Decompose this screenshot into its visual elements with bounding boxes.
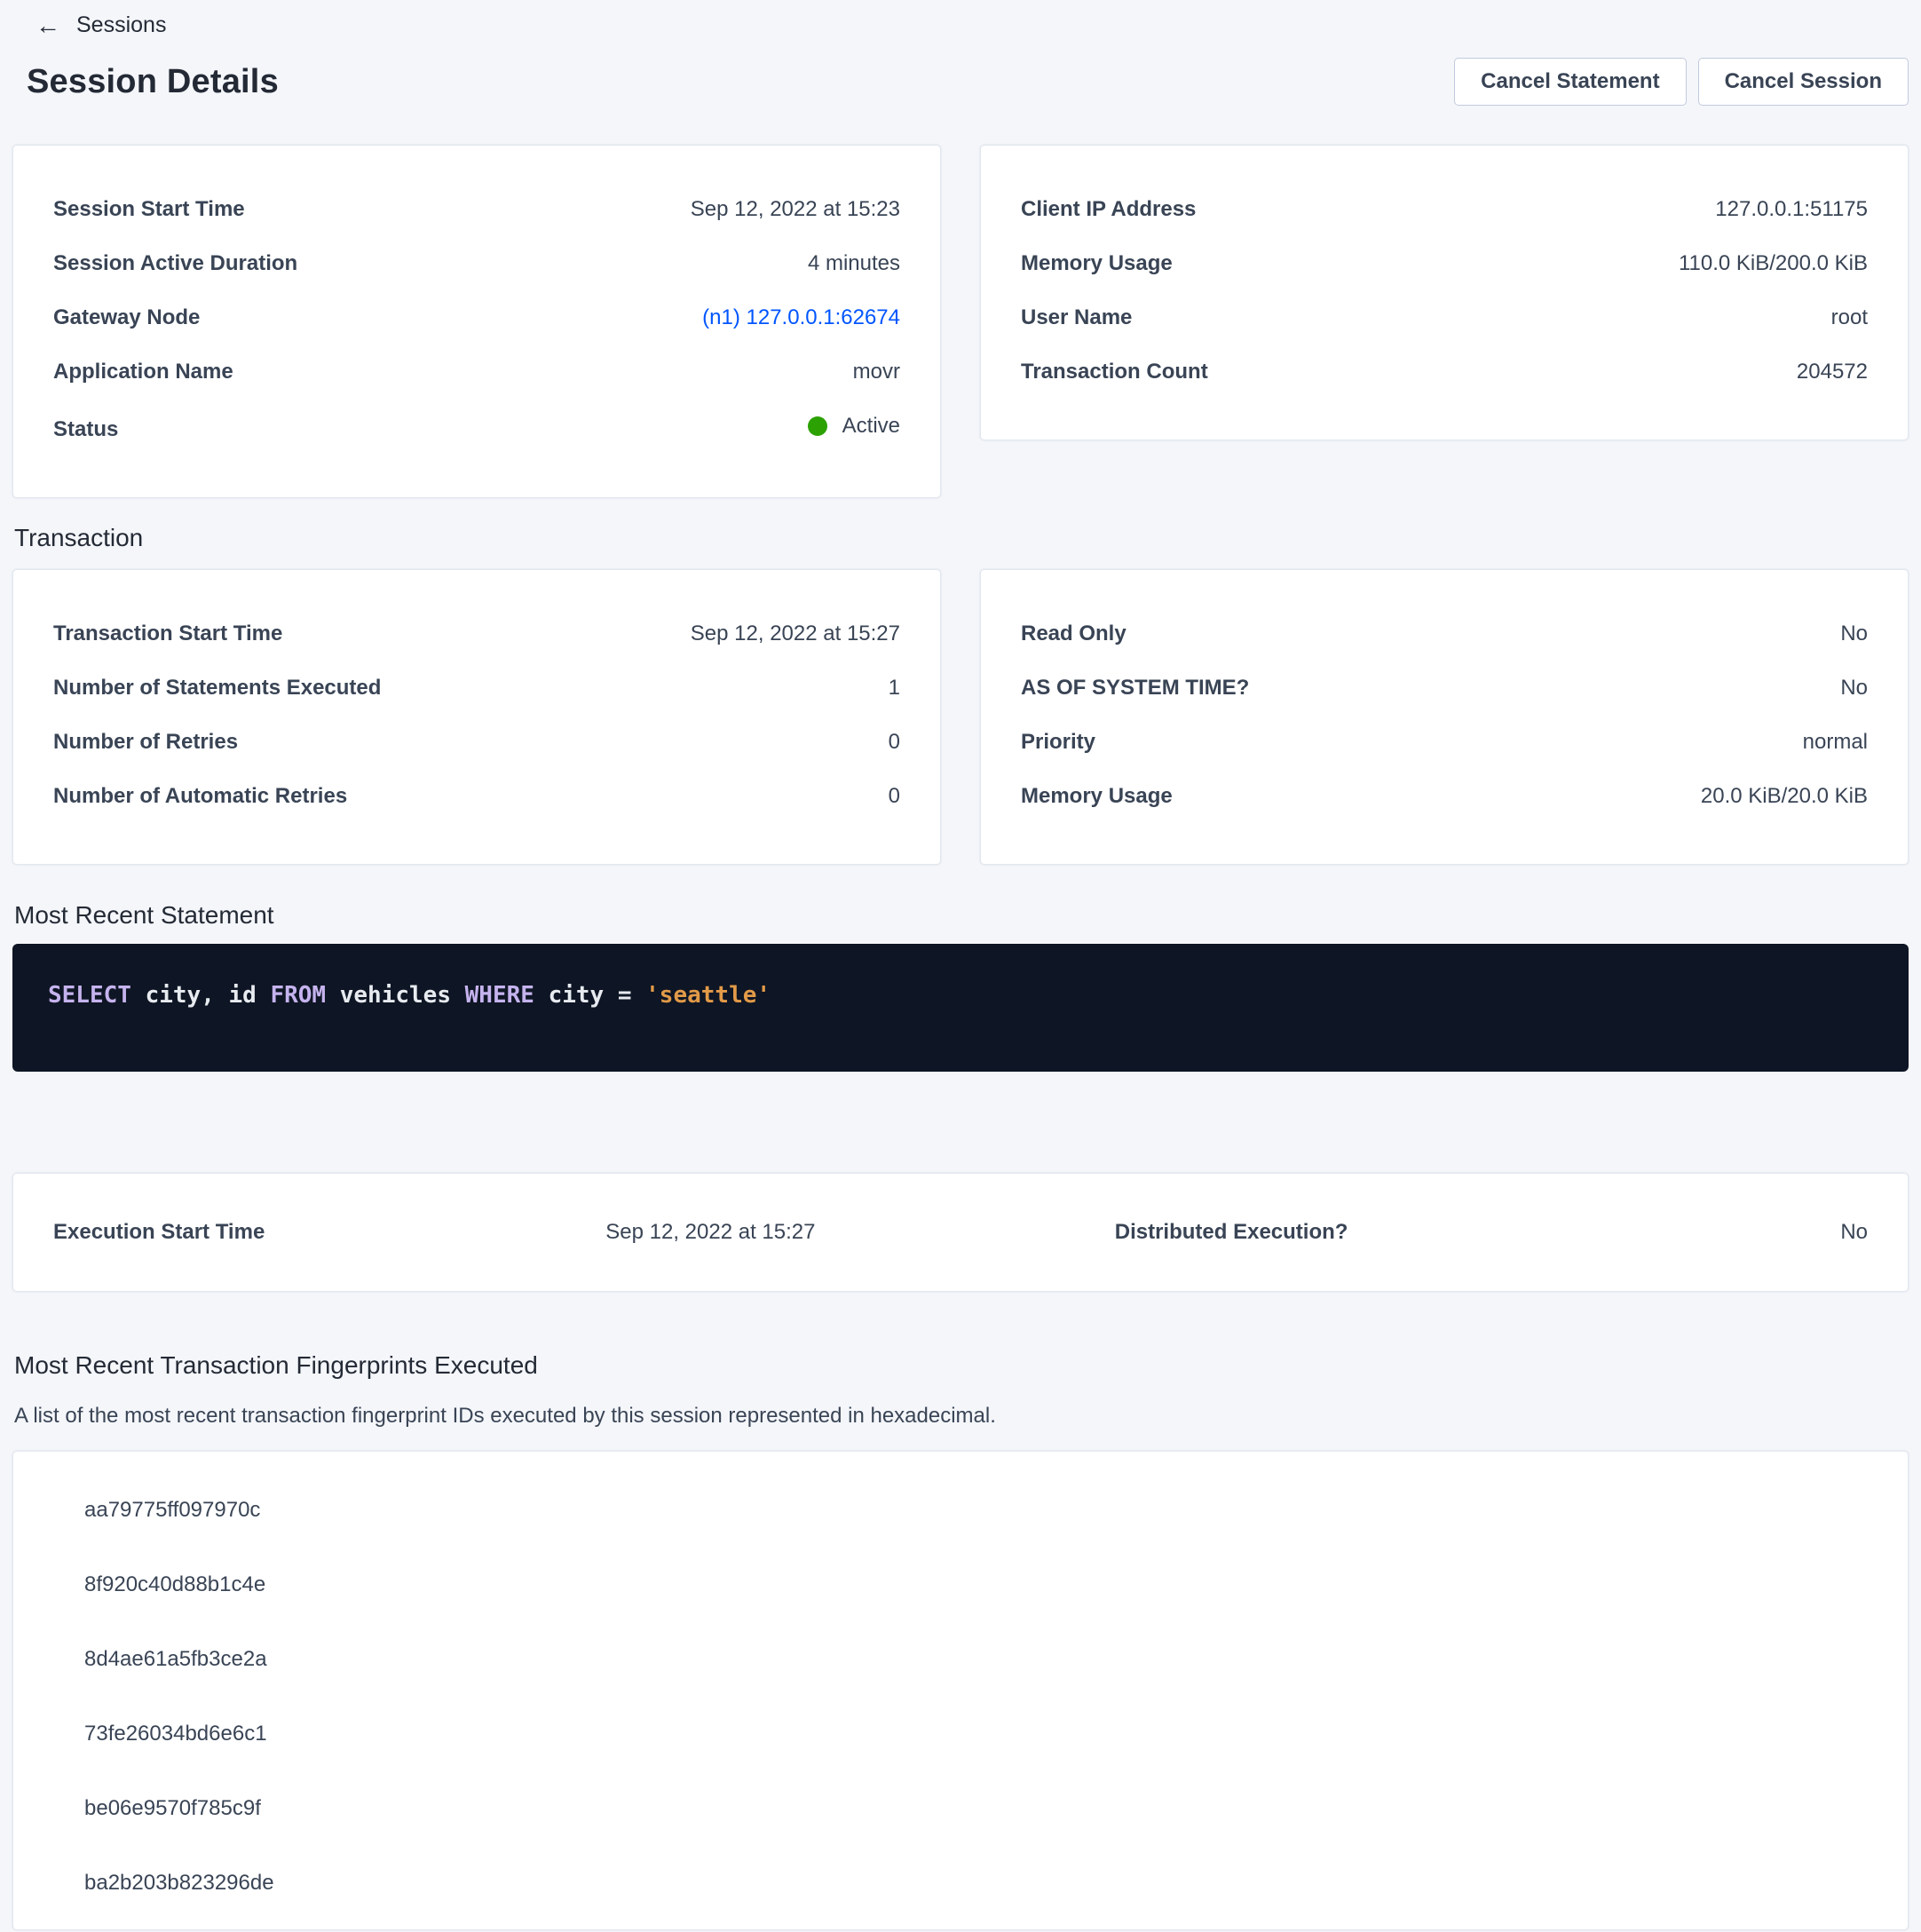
- table-row: User Name root: [1021, 307, 1868, 329]
- row-label: Transaction Start Time: [53, 623, 282, 645]
- row-value: movr: [853, 361, 900, 383]
- transaction-summary-row: Transaction Start Time Sep 12, 2022 at 1…: [12, 569, 1909, 865]
- table-row: Number of Statements Executed 1: [53, 677, 900, 699]
- row-label: Read Only: [1021, 623, 1127, 645]
- row-label: Priority: [1021, 732, 1095, 753]
- page-header: Session Details Cancel Statement Cancel …: [27, 58, 1909, 106]
- table-row: Memory Usage 110.0 KiB/200.0 KiB: [1021, 253, 1868, 274]
- sql-keyword: FROM: [270, 982, 326, 1009]
- row-label: Session Start Time: [53, 199, 245, 220]
- row-label: Number of Statements Executed: [53, 677, 381, 699]
- list-item: 8d4ae61a5fb3ce2a: [84, 1622, 1868, 1697]
- table-row: Gateway Node (n1) 127.0.0.1:62674: [53, 307, 900, 329]
- row-label: User Name: [1021, 307, 1132, 329]
- table-row: Number of Retries 0: [53, 732, 900, 753]
- row-value: 0: [889, 732, 900, 753]
- cancel-session-button[interactable]: Cancel Session: [1698, 58, 1909, 106]
- header-actions: Cancel Statement Cancel Session: [1454, 58, 1909, 106]
- row-label: Number of Retries: [53, 732, 238, 753]
- statement-section-heading: Most Recent Statement: [14, 900, 1909, 930]
- row-value: Sep 12, 2022 at 15:27: [691, 623, 900, 645]
- list-item: 8f920c40d88b1c4e: [84, 1548, 1868, 1622]
- table-row: Transaction Start Time Sep 12, 2022 at 1…: [53, 623, 900, 645]
- fingerprints-section-heading: Most Recent Transaction Fingerprints Exe…: [14, 1350, 1909, 1381]
- row-label: Execution Start Time: [53, 1222, 265, 1243]
- fingerprints-card: aa79775ff097970c 8f920c40d88b1c4e 8d4ae6…: [12, 1451, 1909, 1930]
- row-label: Client IP Address: [1021, 199, 1196, 220]
- list-item: aa79775ff097970c: [84, 1473, 1868, 1548]
- status-label: Active: [842, 416, 900, 437]
- row-value: 127.0.0.1:51175: [1715, 199, 1868, 220]
- table-row: Memory Usage 20.0 KiB/20.0 KiB: [1021, 786, 1868, 807]
- sql-string-literal: 'seattle': [645, 982, 771, 1009]
- row-value: root: [1831, 307, 1868, 329]
- sql-text: city =: [534, 982, 645, 1009]
- row-value: No: [1840, 623, 1868, 645]
- session-info-card: Session Start Time Sep 12, 2022 at 15:23…: [12, 145, 941, 498]
- row-label: Gateway Node: [53, 307, 200, 329]
- row-value: normal: [1803, 732, 1868, 753]
- sql-keyword: SELECT: [48, 982, 131, 1009]
- list-item: ba2b203b823296de: [84, 1846, 1868, 1920]
- transaction-section-heading: Transaction: [14, 523, 1909, 553]
- row-label: Distributed Execution?: [1115, 1222, 1348, 1243]
- row-value: No: [1840, 1222, 1868, 1243]
- fingerprints-description: A list of the most recent transaction fi…: [14, 1404, 1909, 1429]
- table-row: Session Start Time Sep 12, 2022 at 15:23: [53, 199, 900, 220]
- cancel-statement-button[interactable]: Cancel Statement: [1454, 58, 1686, 106]
- row-value: Sep 12, 2022 at 15:23: [691, 199, 900, 220]
- table-row: Priority normal: [1021, 732, 1868, 753]
- transaction-properties-card: Read Only No AS OF SYSTEM TIME? No Prior…: [980, 569, 1909, 865]
- transaction-info-card: Transaction Start Time Sep 12, 2022 at 1…: [12, 569, 941, 865]
- table-row: Session Active Duration 4 minutes: [53, 253, 900, 274]
- row-value: 4 minutes: [808, 253, 900, 274]
- row-value: 20.0 KiB/20.0 KiB: [1701, 786, 1868, 807]
- back-arrow-icon: ←: [36, 13, 60, 38]
- sql-keyword: WHERE: [465, 982, 534, 1009]
- row-label: Status: [53, 419, 118, 440]
- sql-text: vehicles: [326, 982, 465, 1009]
- table-row: Read Only No: [1021, 623, 1868, 645]
- table-row: Number of Automatic Retries 0: [53, 786, 900, 807]
- row-label: AS OF SYSTEM TIME?: [1021, 677, 1249, 699]
- row-value: 0: [889, 786, 900, 807]
- page-title: Session Details: [27, 63, 279, 101]
- sql-statement-box: SELECT city, id FROM vehicles WHERE city…: [12, 944, 1909, 1072]
- breadcrumb[interactable]: ← Sessions: [36, 0, 166, 38]
- table-row: AS OF SYSTEM TIME? No: [1021, 677, 1868, 699]
- status-active-dot-icon: [808, 416, 827, 436]
- row-value: 110.0 KiB/200.0 KiB: [1679, 253, 1868, 274]
- status-badge: Active: [808, 416, 900, 437]
- row-label: Session Active Duration: [53, 253, 297, 274]
- row-value: 204572: [1797, 361, 1868, 383]
- row-label: Memory Usage: [1021, 786, 1173, 807]
- table-row: Application Name movr: [53, 361, 900, 383]
- sql-text: city, id: [131, 982, 271, 1009]
- row-label: Transaction Count: [1021, 361, 1208, 383]
- gateway-node-link[interactable]: (n1) 127.0.0.1:62674: [702, 307, 900, 329]
- list-item: 73fe26034bd6e6c1: [84, 1697, 1868, 1771]
- row-label: Memory Usage: [1021, 253, 1173, 274]
- breadcrumb-label: Sessions: [76, 12, 166, 38]
- session-summary-row: Session Start Time Sep 12, 2022 at 15:23…: [12, 145, 1909, 498]
- session-details-page: ← Sessions Session Details Cancel Statem…: [0, 0, 1921, 1932]
- list-item: be06e9570f785c9f: [84, 1771, 1868, 1846]
- row-value: 1: [889, 677, 900, 699]
- row-label: Number of Automatic Retries: [53, 786, 347, 807]
- row-value: No: [1840, 677, 1868, 699]
- row-label: Application Name: [53, 361, 233, 383]
- table-row: Transaction Count 204572: [1021, 361, 1868, 383]
- distributed-execution-item: Distributed Execution? No: [1115, 1222, 1868, 1243]
- execution-info-card: Execution Start Time Sep 12, 2022 at 15:…: [12, 1173, 1909, 1292]
- table-row: Client IP Address 127.0.0.1:51175: [1021, 199, 1868, 220]
- table-row: Status Active: [53, 416, 900, 440]
- row-value: Sep 12, 2022 at 15:27: [605, 1222, 815, 1243]
- client-info-card: Client IP Address 127.0.0.1:51175 Memory…: [980, 145, 1909, 440]
- execution-start-time-item: Execution Start Time Sep 12, 2022 at 15:…: [53, 1222, 815, 1243]
